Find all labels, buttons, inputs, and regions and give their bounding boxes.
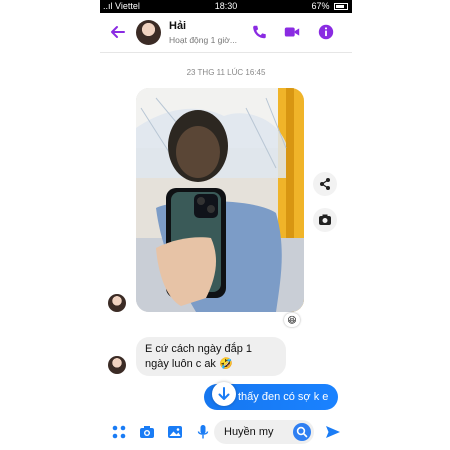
reaction-badge[interactable]: 😆 [284,313,300,327]
battery-icon [334,3,348,11]
sender-avatar[interactable] [108,294,126,312]
video-call-icon[interactable] [283,23,301,41]
back-arrow-icon[interactable] [108,22,128,42]
scroll-to-bottom-button[interactable] [212,382,236,406]
battery-status: 67% [311,0,348,13]
contact-name[interactable]: Hải [169,20,186,32]
message-input[interactable]: Huyền my [214,420,314,444]
search-icon [296,426,308,438]
share-button[interactable] [313,172,337,196]
selfie-photo [136,88,304,312]
microphone-icon[interactable] [194,423,212,441]
chat-header: Hải Hoạt động 1 giờ... [100,13,352,53]
camera-icon[interactable] [138,423,156,441]
send-icon[interactable] [324,423,342,441]
search-button[interactable] [293,423,311,441]
message-composer: Huyền my [100,418,352,446]
message-timestamp: 23 THG 11 LÚC 16:45 [186,68,266,77]
phone-call-icon[interactable] [250,23,268,41]
gallery-icon[interactable] [166,423,184,441]
menu-grid-icon[interactable] [110,423,128,441]
active-status: Hoạt động 1 giờ... [169,35,237,45]
received-message[interactable]: E cứ cách ngày đắp 1 ngày luôn c ak 🤣 [136,337,286,376]
contact-avatar[interactable] [136,20,161,45]
messenger-screen: ..ıl Viettel 18:30 67% Hải Hoạt động 1 g… [100,0,352,450]
sender-avatar[interactable] [108,356,126,374]
status-bar: ..ıl Viettel 18:30 67% [100,0,352,13]
photo-message[interactable] [136,88,304,312]
camera-button[interactable] [313,208,337,232]
share-icon [320,178,330,190]
info-icon[interactable] [317,23,335,41]
camera-icon [319,214,331,225]
arrow-down-icon [218,387,230,400]
